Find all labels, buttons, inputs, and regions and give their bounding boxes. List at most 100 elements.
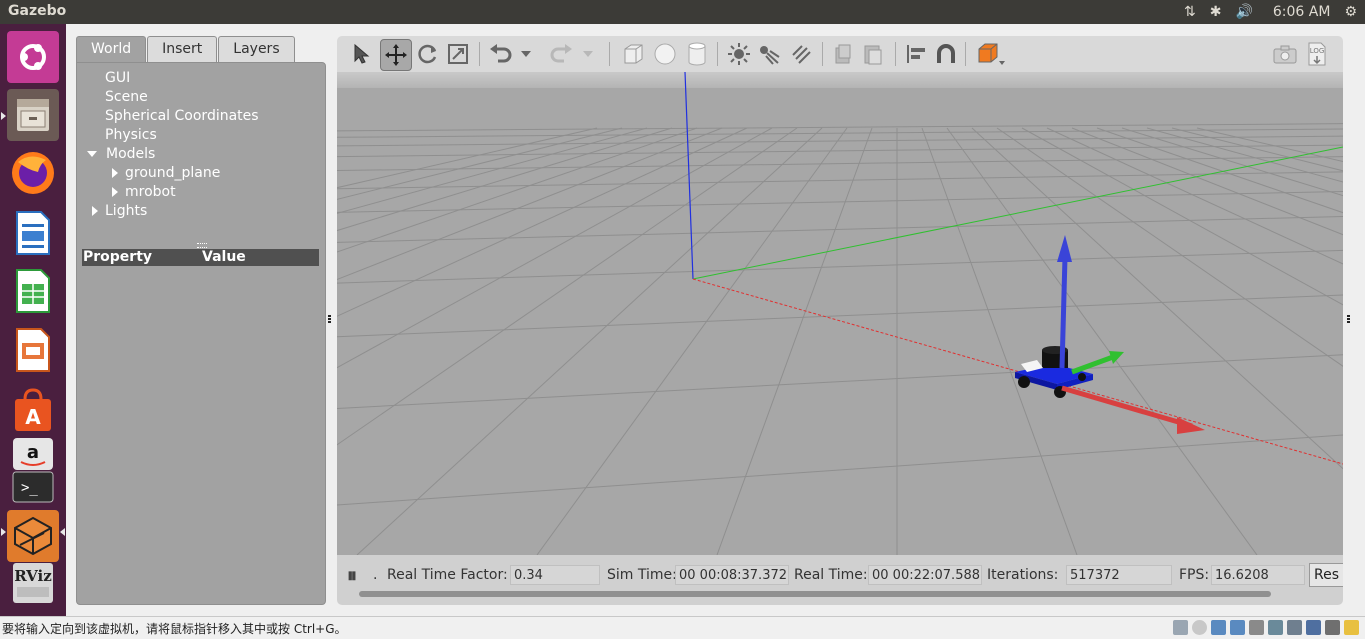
redo-dropdown-icon[interactable] (581, 39, 595, 69)
calc-button[interactable] (7, 265, 59, 317)
message-icon[interactable] (1344, 620, 1359, 635)
screenshot-icon[interactable] (1271, 39, 1299, 69)
rviz-button[interactable]: RViz (7, 559, 59, 607)
tree-item-spherical-coordinates[interactable]: Spherical Coordinates (105, 107, 259, 126)
point-light-icon[interactable] (724, 39, 754, 69)
sound-card-icon[interactable] (1268, 620, 1283, 635)
writer-button[interactable] (7, 207, 59, 259)
align-icon[interactable] (901, 39, 931, 69)
tree-item-mrobot[interactable]: mrobot (112, 183, 176, 202)
hard-disk-icon[interactable] (1173, 620, 1188, 635)
spot-light-icon[interactable] (754, 39, 784, 69)
usb-device-icon[interactable] (1306, 620, 1321, 635)
expanded-arrow-icon[interactable] (87, 151, 97, 157)
left-panel: World Insert Layers GUI Scene Spherical … (76, 36, 326, 605)
tree-item-ground-plane[interactable]: ground_plane (112, 164, 220, 183)
system-tray: ⇅ ✱ 🔊 6:06 AM ⚙ (1170, 0, 1365, 24)
pause-button[interactable]: ⏸ (347, 563, 357, 587)
cylinder-icon[interactable] (682, 39, 712, 69)
reset-time-button[interactable]: Res (1309, 563, 1343, 587)
directional-light-icon[interactable] (786, 39, 816, 69)
translate-icon[interactable] (380, 39, 412, 71)
collapsed-arrow-icon[interactable] (112, 168, 118, 178)
volume-icon[interactable]: 🔊 (1235, 4, 1252, 20)
scene-render[interactable] (337, 72, 1343, 555)
top-panel: Gazebo ⇅ ✱ 🔊 6:06 AM ⚙ (0, 0, 1365, 24)
magnet-icon[interactable] (931, 39, 961, 69)
collapsed-arrow-icon[interactable] (112, 187, 118, 197)
amazon-icon: a (13, 438, 53, 470)
svg-text:a: a (27, 442, 39, 463)
tab-insert[interactable]: Insert (147, 36, 218, 62)
network-icon[interactable]: ⇅ (1184, 4, 1196, 20)
world-tab-body: GUI Scene Spherical Coordinates Physics … (76, 62, 326, 605)
sim-time-label: Sim Time: (607, 567, 677, 583)
undo-dropdown-icon[interactable] (519, 39, 533, 69)
property-table-header: Property Value (82, 249, 319, 266)
iterations-label: Iterations: (987, 567, 1059, 583)
software-button[interactable]: A (7, 384, 59, 436)
sphere-icon[interactable] (650, 39, 680, 69)
ubuntu-logo-icon (20, 44, 46, 70)
terminal-icon: >_ (12, 471, 54, 503)
tree-item-gui[interactable]: GUI (105, 69, 130, 88)
writer-icon (16, 211, 50, 255)
real-time-factor-label: Real Time Factor: (387, 567, 508, 583)
real-time-label: Real Time: (794, 567, 868, 583)
cd-drive-icon[interactable] (1192, 620, 1207, 635)
terminal-button[interactable]: >_ (7, 470, 59, 504)
left-tabs: World Insert Layers (76, 36, 296, 62)
tree-item-physics[interactable]: Physics (105, 126, 157, 145)
vm-input-hint: 要将输入定向到该虚拟机，请将鼠标指针移入其中或按 Ctrl+G。 (2, 622, 347, 636)
sim-time-value: 00 00:08:37.372 (675, 565, 789, 585)
usb-icon[interactable] (1287, 620, 1302, 635)
redo-icon[interactable] (547, 39, 577, 69)
box-icon[interactable] (618, 39, 648, 69)
right-panel-splitter[interactable] (1347, 315, 1350, 324)
tab-world[interactable]: World (76, 36, 147, 62)
iterations-value: 517372 (1066, 565, 1172, 585)
view-angle-icon[interactable] (971, 39, 1009, 69)
status-scrollbar[interactable] (359, 591, 1271, 597)
tab-layers[interactable]: Layers (218, 36, 295, 62)
shopping-bag-icon: A (15, 388, 51, 431)
step-button[interactable]: . (373, 567, 377, 583)
display-icon[interactable] (1325, 620, 1340, 635)
rotate-icon[interactable] (413, 39, 443, 69)
settings-gear-icon[interactable]: ⚙ (1344, 4, 1357, 20)
files-button[interactable] (7, 89, 59, 141)
log-icon[interactable]: LOG (1303, 39, 1331, 69)
tree-item-scene[interactable]: Scene (105, 88, 148, 107)
gazebo-button[interactable] (7, 510, 59, 562)
rviz-icon: RViz (13, 563, 53, 603)
amazon-button[interactable]: a (7, 436, 59, 472)
firefox-button[interactable] (7, 147, 59, 199)
clock[interactable]: 6:06 AM (1273, 4, 1331, 20)
gazebo-window: World Insert Layers GUI Scene Spherical … (66, 24, 1365, 616)
collapsed-arrow-icon[interactable] (92, 206, 98, 216)
svg-text:A: A (25, 405, 41, 429)
undo-icon[interactable] (485, 39, 515, 69)
robot-wheel (1018, 376, 1030, 388)
firefox-icon (12, 152, 54, 194)
scene-viewport[interactable] (337, 72, 1343, 555)
tree-item-models[interactable]: Models (87, 145, 155, 164)
scale-icon[interactable] (443, 39, 473, 69)
network-adapter-icon[interactable] (1230, 620, 1245, 635)
calc-icon (16, 269, 50, 313)
impress-button[interactable] (7, 324, 59, 376)
select-icon[interactable] (347, 39, 377, 69)
left-panel-splitter[interactable] (328, 315, 331, 324)
network-adapter-icon[interactable] (1211, 620, 1226, 635)
bluetooth-icon[interactable]: ✱ (1210, 4, 1222, 20)
printer-icon[interactable] (1249, 620, 1264, 635)
sky (337, 72, 1343, 88)
ubuntu-dash-button[interactable] (7, 31, 59, 83)
tree-item-lights[interactable]: Lights (92, 202, 147, 221)
real-time-factor-value: 0.34 (510, 565, 600, 585)
paste-icon[interactable] (859, 39, 887, 69)
fps-label: FPS: (1179, 567, 1210, 583)
file-cabinet-icon (17, 99, 49, 131)
splitter-handle[interactable] (197, 243, 207, 248)
copy-icon[interactable] (829, 39, 857, 69)
